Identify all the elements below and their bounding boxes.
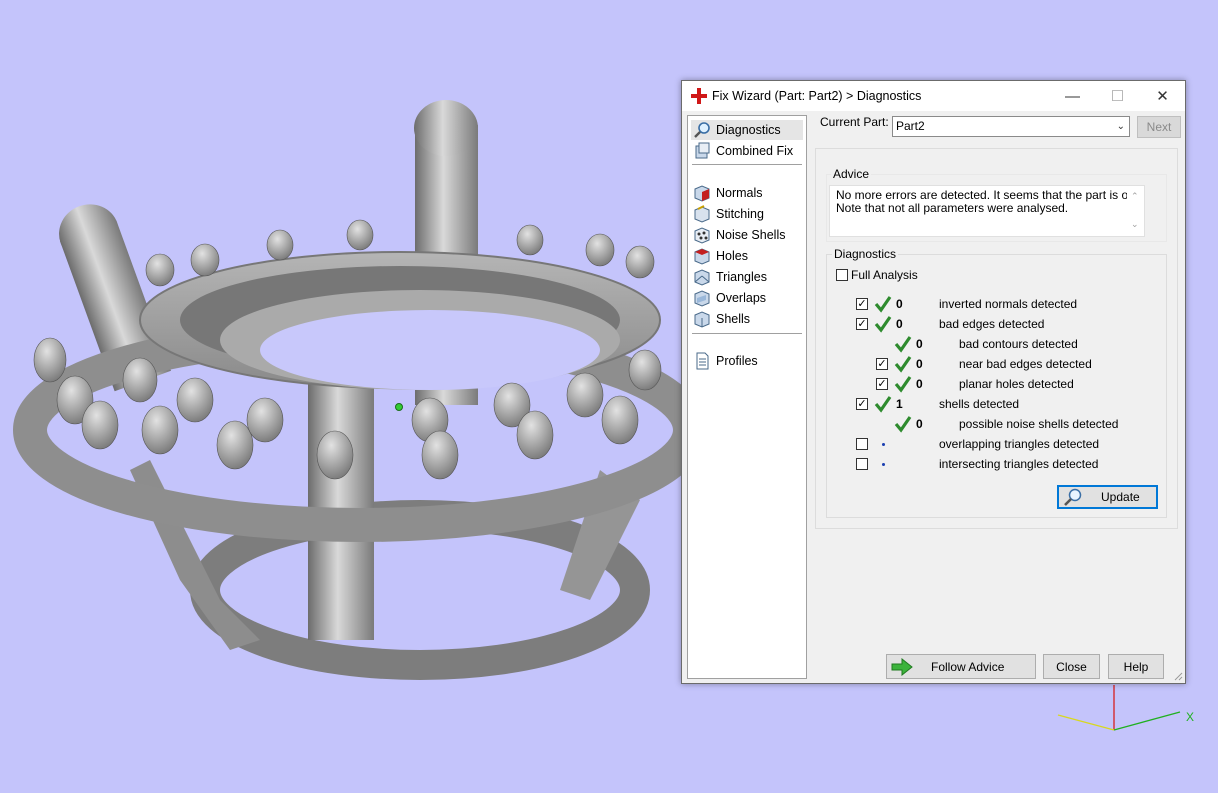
nav-item-holes[interactable]: Holes <box>691 246 803 266</box>
close-window-button[interactable]: ✕ <box>1140 81 1185 111</box>
nav-separator <box>692 164 802 165</box>
full-analysis-checkbox[interactable] <box>836 269 848 281</box>
inverted-normals-label: inverted normals detected <box>939 297 1078 311</box>
check-ok-icon <box>874 316 892 333</box>
planar-holes-label: planar holes detected <box>959 377 1074 391</box>
arrow-right-icon <box>891 657 913 676</box>
near-bad-edges-checkbox[interactable]: ✓ <box>876 358 888 370</box>
intersecting-triangles-checkbox[interactable] <box>856 458 868 470</box>
follow-advice-label: Follow Advice <box>931 659 1005 674</box>
overlapping-triangles-label: overlapping triangles detected <box>939 437 1100 451</box>
check-ok-icon <box>874 296 892 313</box>
check-ok-icon <box>874 396 892 413</box>
stitching-icon <box>693 205 711 223</box>
advice-line-2: Note that not all parameters were analys… <box>836 201 1069 215</box>
update-label: Update <box>1101 490 1140 504</box>
scroll-down-icon[interactable]: ⌄ <box>1131 218 1139 231</box>
overlaps-cube-icon <box>693 289 711 307</box>
shells-count: 1 <box>896 397 903 411</box>
advice-title: Advice <box>831 167 872 181</box>
advice-text: No more errors are detected. It seems th… <box>829 185 1145 237</box>
check-ok-icon <box>894 416 912 433</box>
fix-wizard-app-icon <box>691 88 707 104</box>
follow-advice-button[interactable]: Follow Advice <box>886 654 1036 679</box>
noise-shells-label: possible noise shells detected <box>959 417 1119 431</box>
fix-wizard-dialog: Fix Wizard (Part: Part2) > Diagnostics —… <box>681 80 1186 684</box>
current-part-select[interactable]: Part2 ⌄ <box>892 116 1130 137</box>
nav-item-overlaps[interactable]: Overlaps <box>691 288 803 308</box>
noise-shells-icon <box>693 226 711 244</box>
diagnostics-title: Diagnostics <box>832 247 899 261</box>
axis-x-label: X <box>1186 710 1194 724</box>
help-button[interactable]: Help <box>1108 654 1164 679</box>
cube-stack-icon <box>693 142 711 160</box>
advice-scrollbar[interactable]: ⌃ ⌄ <box>1127 186 1144 236</box>
magnifier-icon <box>1063 487 1085 507</box>
nav-item-combined-fix[interactable]: Combined Fix <box>691 141 803 161</box>
next-button[interactable]: Next <box>1137 116 1181 138</box>
near-bad-edges-count: 0 <box>916 357 923 371</box>
bad-edges-label: bad edges detected <box>939 317 1045 331</box>
intersecting-triangles-label: intersecting triangles detected <box>939 457 1099 471</box>
not-analysed-dot-icon <box>882 443 885 446</box>
shells-checkbox[interactable]: ✓ <box>856 398 868 410</box>
holes-cube-icon <box>693 247 711 265</box>
minimize-button[interactable]: — <box>1050 81 1095 111</box>
check-ok-icon <box>894 376 912 393</box>
current-part-value: Part2 <box>896 119 925 133</box>
full-analysis-label: Full Analysis <box>851 268 918 282</box>
wizard-nav: Diagnostics Combined Fix Normals Stitchi… <box>687 115 807 679</box>
document-icon <box>693 352 711 370</box>
triangles-cube-icon <box>693 268 711 286</box>
nav-item-profiles[interactable]: Profiles <box>691 351 803 371</box>
nav-item-shells[interactable]: Shells <box>691 309 803 329</box>
update-button[interactable]: Update <box>1057 485 1158 509</box>
window-title: Fix Wizard (Part: Part2) > Diagnostics <box>712 89 922 103</box>
nav-item-normals[interactable]: Normals <box>691 183 803 203</box>
scroll-up-icon[interactable]: ⌃ <box>1131 190 1139 203</box>
nav-item-triangles[interactable]: Triangles <box>691 267 803 287</box>
nav-item-noise-shells[interactable]: Noise Shells <box>691 225 803 245</box>
shells-label: shells detected <box>939 397 1020 411</box>
bad-edges-checkbox[interactable]: ✓ <box>856 318 868 330</box>
current-part-label: Current Part: <box>820 115 889 129</box>
nav-item-diagnostics[interactable]: Diagnostics <box>691 120 803 140</box>
planar-holes-count: 0 <box>916 377 923 391</box>
overlapping-triangles-checkbox[interactable] <box>856 438 868 450</box>
not-analysed-dot-icon <box>882 463 885 466</box>
resize-grip-icon[interactable] <box>1173 671 1183 681</box>
check-ok-icon <box>894 356 912 373</box>
planar-holes-checkbox[interactable]: ✓ <box>876 378 888 390</box>
bad-contours-label: bad contours detected <box>959 337 1078 351</box>
axis-indicator: X <box>1057 685 1194 731</box>
nav-item-stitching[interactable]: Stitching <box>691 204 803 224</box>
inverted-normals-count: 0 <box>896 297 903 311</box>
maximize-button[interactable]: ☐ <box>1095 81 1140 111</box>
near-bad-edges-label: near bad edges detected <box>959 357 1092 371</box>
magnifier-icon <box>693 121 711 139</box>
inverted-normals-checkbox[interactable]: ✓ <box>856 298 868 310</box>
noise-shells-count: 0 <box>916 417 923 431</box>
check-ok-icon <box>894 336 912 353</box>
bad-contours-count: 0 <box>916 337 923 351</box>
shells-cube-icon <box>693 310 711 328</box>
title-bar[interactable]: Fix Wizard (Part: Part2) > Diagnostics —… <box>682 81 1185 111</box>
chevron-down-icon: ⌄ <box>1116 121 1125 132</box>
bad-edges-count: 0 <box>896 317 903 331</box>
normals-cube-icon <box>693 184 711 202</box>
close-button[interactable]: Close <box>1043 654 1100 679</box>
nav-separator <box>692 333 802 334</box>
